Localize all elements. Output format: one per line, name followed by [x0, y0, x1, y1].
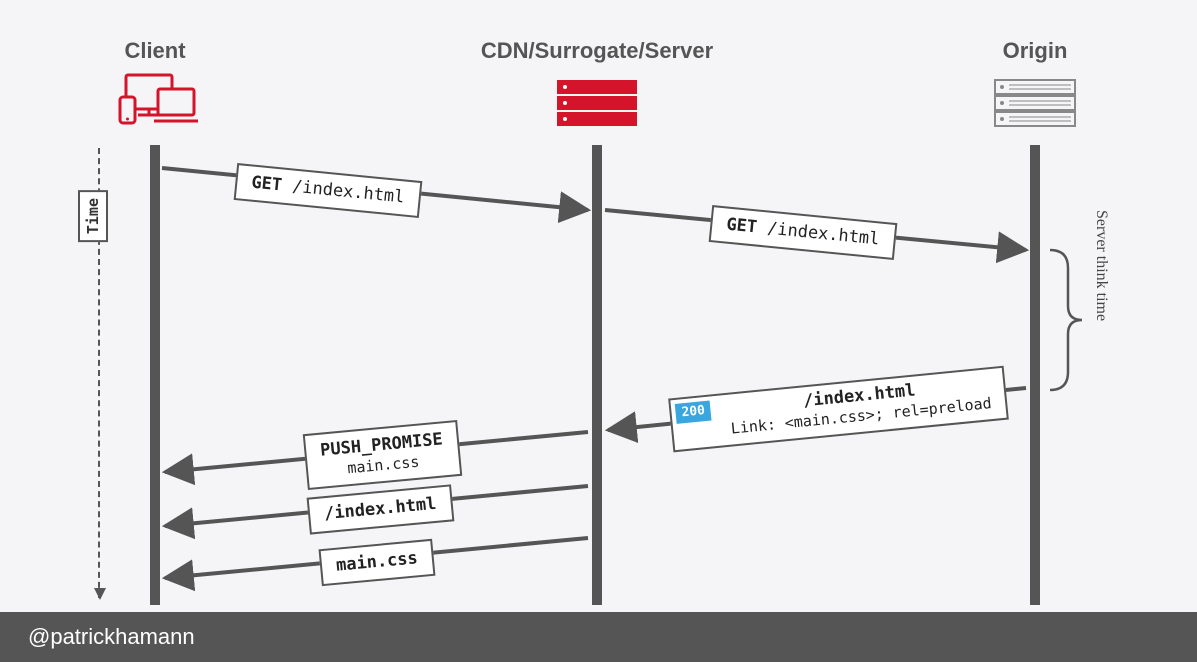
lifeline-client [150, 145, 160, 605]
client-icon [120, 75, 198, 123]
header-cdn: CDN/Surrogate/Server [481, 38, 713, 64]
header-origin: Origin [1003, 38, 1068, 64]
footer-handle: @patrickhamann [0, 612, 1197, 662]
lifeline-cdn [592, 145, 602, 605]
time-axis-label: Time [78, 190, 108, 242]
lifeline-origin [1030, 145, 1040, 605]
think-time-brace [1050, 250, 1082, 390]
think-time-label: Server think time [1092, 210, 1110, 321]
header-client: Client [124, 38, 185, 64]
origin-icon [995, 80, 1075, 126]
status-badge: 200 [675, 401, 712, 425]
cdn-icon [557, 80, 637, 126]
